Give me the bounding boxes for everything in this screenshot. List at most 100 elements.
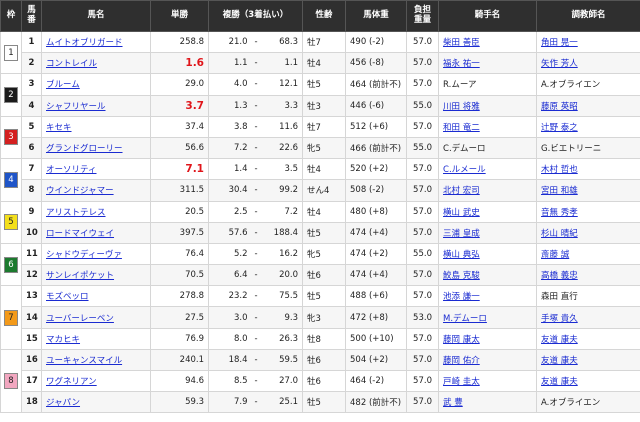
jockey-name-link[interactable]: 柴田 善臣 bbox=[443, 38, 480, 48]
carried-weight: 55.0 bbox=[406, 136, 440, 160]
sex-age: 牡4 bbox=[302, 158, 347, 181]
horse-weight: 504 (+2) bbox=[345, 348, 408, 372]
trainer-name-link[interactable]: 角田 晃一 bbox=[541, 38, 578, 48]
jockey-name-link[interactable]: 戸崎 圭太 bbox=[443, 377, 480, 387]
trainer-name-link[interactable]: 友道 康夫 bbox=[541, 356, 578, 366]
trainer-name-link[interactable]: 辻野 泰之 bbox=[541, 123, 578, 133]
jockey-name-link[interactable]: 藤岡 康太 bbox=[443, 335, 480, 345]
trainer-name: A.オブライエン bbox=[536, 391, 640, 414]
trainer-name: 友道 康夫 bbox=[536, 348, 640, 372]
win-odds: 27.5 bbox=[150, 306, 209, 329]
place-odds-low: 7.2 bbox=[208, 136, 252, 160]
horse-weight: 464 (前計不) bbox=[345, 73, 408, 96]
table-row: 4 シャフリヤール 3.7 1.3-3.3 牡3 446 (-6) 55.0 川田 将雅 藤原 … bbox=[1, 94, 640, 117]
jockey-name-link[interactable]: 横山 典弘 bbox=[443, 250, 480, 260]
place-odds-high: 27.0 bbox=[260, 369, 304, 393]
frame-cell: 6 bbox=[0, 242, 22, 287]
place-odds-high: 7.2 bbox=[260, 200, 304, 223]
horse-name-link[interactable]: シャドウディーヴァ bbox=[46, 250, 122, 260]
horse-name: ジャパン bbox=[41, 391, 151, 414]
jockey-name-link[interactable]: 三浦 皇成 bbox=[443, 229, 480, 239]
horse-name: サンレイポケット bbox=[41, 264, 151, 287]
place-odds-separator: - bbox=[251, 242, 261, 266]
place-odds-separator: - bbox=[251, 391, 261, 414]
horse-name-link[interactable]: ロードマイウェイ bbox=[46, 229, 114, 239]
horse-number: 17 bbox=[21, 369, 42, 393]
place-odds-high: 9.3 bbox=[260, 306, 304, 329]
trainer-name-link[interactable]: 宮田 和雄 bbox=[541, 186, 578, 196]
frame-cell: 7 bbox=[0, 285, 22, 350]
trainer-name-link[interactable]: 高橋 義忠 bbox=[541, 271, 578, 281]
table-row: 8 ウインドジャマー 311.5 30.4-99.2 せん4 508 (-2) 57.0 北村… bbox=[1, 179, 640, 202]
jockey-name-link[interactable]: 北村 宏司 bbox=[443, 186, 480, 196]
horse-name-link[interactable]: キセキ bbox=[46, 123, 72, 133]
jockey-name-link[interactable]: 福永 祐一 bbox=[443, 59, 480, 69]
trainer-name-link[interactable]: 斎藤 誠 bbox=[541, 250, 569, 260]
trainer-name-link[interactable]: 手塚 貴久 bbox=[541, 314, 578, 324]
trainer-name-link[interactable]: 杉山 晴紀 bbox=[541, 229, 578, 239]
horse-name-link[interactable]: ユーバーレーベン bbox=[46, 314, 114, 324]
horse-name-link[interactable]: シャフリヤール bbox=[46, 102, 106, 112]
jockey-name-link[interactable]: 藤岡 佑介 bbox=[443, 356, 480, 366]
carried-weight: 57.0 bbox=[406, 200, 440, 223]
place-odds-low: 21.0 bbox=[208, 30, 252, 54]
trainer-name: 木村 哲也 bbox=[536, 158, 640, 181]
place-odds-separator: - bbox=[251, 306, 261, 329]
jockey-name-link[interactable]: 池添 謙一 bbox=[443, 292, 480, 302]
table-row: 2 3 ブルーム 29.0 4.0-12.1 牡5 464 (前計不) 57.0 R.ムーア A.… bbox=[0, 73, 640, 117]
horse-name-link[interactable]: ジャパン bbox=[46, 398, 80, 408]
horse-name-link[interactable]: モズベッロ bbox=[46, 292, 89, 302]
jockey-name-link[interactable]: M.デムーロ bbox=[443, 314, 487, 324]
horse-name-link[interactable]: コントレイル bbox=[46, 59, 97, 69]
carried-weight: 57.0 bbox=[406, 391, 440, 414]
jockey-name-link[interactable]: 鮫島 克駿 bbox=[443, 271, 480, 281]
sex-age: せん4 bbox=[302, 179, 347, 202]
carried-weight: 57.0 bbox=[406, 369, 440, 393]
trainer-name: 森田 直行 bbox=[536, 285, 640, 308]
sex-age: 牡3 bbox=[302, 94, 347, 117]
horse-number: 18 bbox=[21, 391, 42, 414]
horse-name-link[interactable]: マカヒキ bbox=[46, 335, 80, 345]
jockey-name: 福永 祐一 bbox=[438, 52, 538, 75]
jockey-name-link[interactable]: 横山 武史 bbox=[443, 208, 480, 218]
horse-name: ロードマイウェイ bbox=[41, 221, 151, 244]
place-odds-low: 5.2 bbox=[208, 242, 252, 266]
trainer-name-link[interactable]: 友道 康夫 bbox=[541, 377, 578, 387]
horse-name-link[interactable]: グランドグローリー bbox=[46, 144, 123, 154]
horse-name-link[interactable]: ユーキャンスマイル bbox=[46, 356, 122, 366]
trainer-name-link[interactable]: 藤原 英昭 bbox=[541, 102, 578, 112]
jockey-name: 和田 竜二 bbox=[438, 115, 538, 138]
trainer-name: 角田 晃一 bbox=[536, 30, 640, 54]
table-row: 4 7 オーソリティ 7.1 1.4-3.5 牡4 520 (+2) 57.0 C.ルメール 木村… bbox=[0, 158, 640, 202]
place-odds-high: 3.3 bbox=[260, 94, 304, 117]
horse-name-link[interactable]: サンレイポケット bbox=[46, 271, 114, 281]
carried-weight: 57.0 bbox=[406, 264, 440, 287]
horse-name-link[interactable]: ブルーム bbox=[46, 80, 80, 90]
trainer-name-link[interactable]: 音無 秀孝 bbox=[541, 208, 578, 218]
horse-weight: 488 (+6) bbox=[345, 285, 408, 308]
trainer-name-link[interactable]: 矢作 芳人 bbox=[541, 59, 578, 69]
place-odds-high: 99.2 bbox=[260, 179, 304, 202]
win-odds: 1.6 bbox=[150, 52, 209, 75]
horse-number: 6 bbox=[21, 136, 42, 160]
jockey-name: 池添 謙一 bbox=[438, 285, 538, 308]
horse-weight: 482 (前計不) bbox=[345, 391, 408, 414]
carried-weight: 57.0 bbox=[406, 221, 440, 244]
jockey-name-link[interactable]: 和田 竜二 bbox=[443, 123, 480, 133]
horse-weight: 474 (+4) bbox=[345, 221, 408, 244]
jockey-name-link[interactable]: 武 豊 bbox=[443, 398, 463, 408]
jockey-name-link[interactable]: 川田 将雅 bbox=[443, 102, 480, 112]
jockey-name-link[interactable]: C.ルメール bbox=[443, 165, 486, 175]
trainer-name-link[interactable]: 友道 康夫 bbox=[541, 335, 578, 345]
place-odds-low: 23.2 bbox=[208, 285, 252, 308]
horse-name-link[interactable]: ムイトオブリガード bbox=[46, 38, 123, 48]
horse-name-link[interactable]: ウインドジャマー bbox=[46, 186, 114, 196]
trainer-name-link[interactable]: 木村 哲也 bbox=[541, 165, 578, 175]
win-odds: 240.1 bbox=[150, 348, 209, 372]
horse-name-link[interactable]: ワグネリアン bbox=[46, 377, 97, 387]
win-odds: 258.8 bbox=[150, 30, 209, 54]
horse-name-link[interactable]: アリストテレス bbox=[46, 208, 106, 218]
horse-name-link[interactable]: オーソリティ bbox=[46, 165, 97, 175]
frame-badge: 3 bbox=[4, 129, 18, 146]
trainer-name: 音無 秀孝 bbox=[536, 200, 640, 223]
